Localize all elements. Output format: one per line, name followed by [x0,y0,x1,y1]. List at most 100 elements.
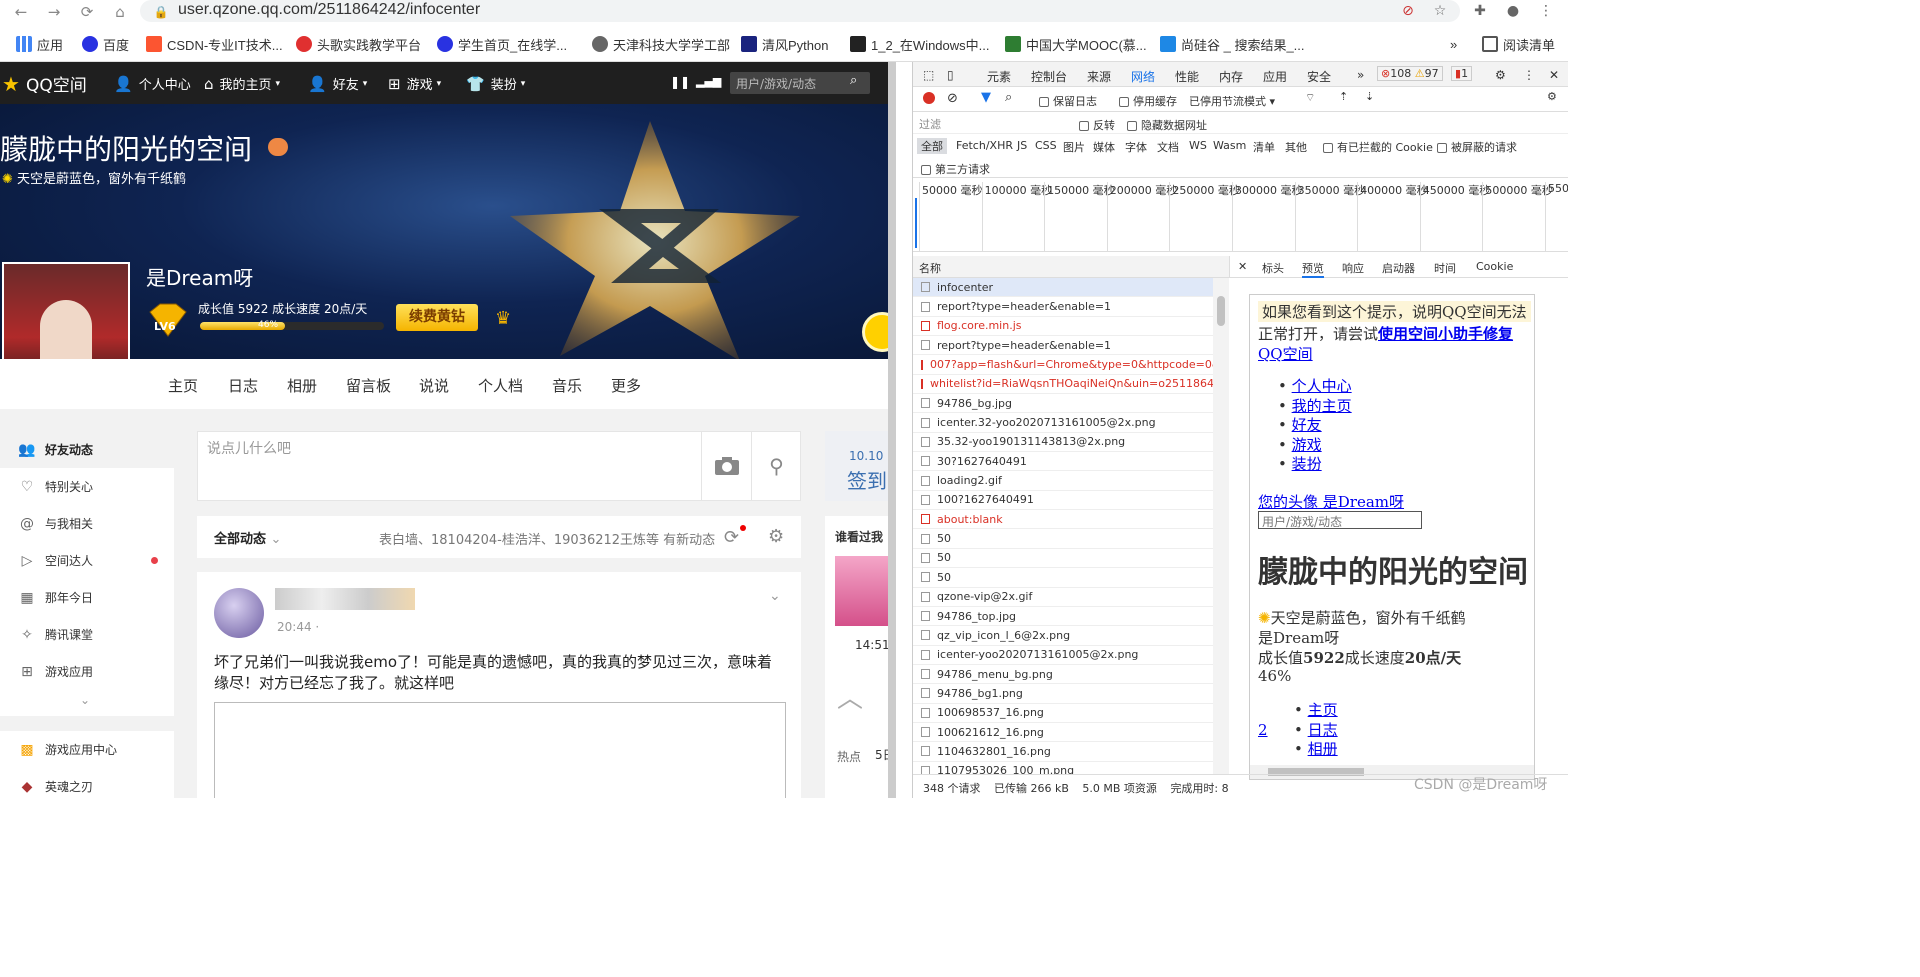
clear-icon[interactable]: ⊘ [947,91,958,106]
more-icon[interactable]: ⋮ [1523,68,1535,82]
preview-link[interactable]: • 个人中心 [1278,377,1352,397]
crown-icon[interactable]: ♛ [495,308,511,329]
download-icon[interactable]: ⇣ [1365,90,1374,103]
preview-link[interactable]: • 好友 [1278,416,1352,436]
request-row[interactable]: icenter.32-yoo2020713161005@2x.png [913,413,1213,433]
info-counter[interactable]: ▮1 [1451,66,1473,81]
sign-in-box[interactable]: 10.10 签到 [825,431,896,501]
visitor-avatar[interactable] [835,556,896,626]
tab-performance[interactable]: 性能 [1175,68,1199,85]
menu-that-year[interactable]: ▦ 那年今日 [0,579,174,616]
request-row[interactable]: 50 [913,549,1213,569]
bookmark-atguigu[interactable]: 尚硅谷 _ 搜索结果_... [1160,35,1305,53]
user-name[interactable]: 是Dream呀 [146,262,253,291]
renew-vip-button[interactable]: 续费黄钻 [396,304,478,331]
bookmark-csdn[interactable]: CSDN-专业IT技术... [146,35,283,53]
qzone-logo[interactable]: ★ QQ空间 [2,71,87,97]
request-row[interactable]: qzone-vip@2x.gif [913,588,1213,607]
filter-icon[interactable]: ▼ [981,90,991,105]
tab-profile[interactable]: 个人档 [478,375,523,396]
avatar[interactable] [2,262,130,359]
request-row[interactable]: 94786_menu_bg.png [913,665,1213,685]
blocked-requests-checkbox[interactable]: 被屏蔽的请求 [1437,139,1517,155]
request-row[interactable]: 30?1627640491 [913,452,1213,472]
request-row[interactable]: flog.core.min.js [913,317,1213,337]
nav-games[interactable]: ⊞ 游戏 ▾ [388,74,441,94]
reload-icon[interactable]: ⟳ [76,2,98,22]
record-icon[interactable] [923,92,935,104]
signal-icon[interactable]: ▂▄▆ [696,75,721,88]
tab-cookie[interactable]: Cookie [1476,260,1513,273]
repair-link-2[interactable]: QQ空间 [1258,343,1313,364]
request-row[interactable]: 1107953026_100_m.png [913,762,1213,774]
lock-icon[interactable]: 🔒 [150,2,172,22]
preview-avatar-link[interactable]: 您的头像 是Dream呀 [1258,491,1404,512]
type-all[interactable]: 全部 [917,138,947,154]
blocked-cookie-checkbox[interactable]: 有已拦截的 Cookie [1323,139,1433,155]
tab-headers[interactable]: 标头 [1262,260,1284,276]
type-wasm[interactable]: Wasm [1213,139,1246,152]
menu-yinghun[interactable]: ◆ 英魂之刃 [0,768,174,798]
type-manifest[interactable]: 清单 [1253,139,1275,155]
qzone-search-input[interactable]: 用户/游戏/动态 [730,72,870,94]
type-fetch[interactable]: Fetch/XHR [956,139,1013,152]
type-doc[interactable]: 文档 [1157,139,1179,155]
chevron-down-icon[interactable]: ⌄ [80,693,90,707]
menu-tencent-class[interactable]: ✧ 腾讯课堂 [0,616,174,653]
settings-icon[interactable]: ⚙ [768,526,784,547]
request-row[interactable]: 007?app=flash&url=Chrome&type=0&httpcode… [913,355,1213,375]
device-icon[interactable]: ▯ [947,68,954,82]
invert-checkbox[interactable]: 反转 [1079,117,1115,133]
wifi-icon[interactable]: ⌔ [1305,91,1315,105]
type-css[interactable]: CSS [1035,139,1057,152]
settings-icon[interactable]: ⚙ [1495,68,1506,82]
tab-preview[interactable]: 预览 [1302,260,1324,278]
tab-message-board[interactable]: 留言板 [346,375,391,396]
tab-application[interactable]: 应用 [1263,68,1287,85]
bookmarks-more[interactable]: » [1450,35,1457,53]
tab-album[interactable]: 相册 [287,375,317,396]
request-row[interactable]: report?type=header&enable=1 [913,297,1213,317]
menu-icon[interactable]: ⋮ [1536,2,1556,20]
menu-friend-feed[interactable]: 👥 好友动态 [0,431,174,468]
tab-music[interactable]: 音乐 [552,375,582,396]
tab-more[interactable]: 更多 [611,375,641,396]
menu-game-apps[interactable]: ⊞ 游戏应用 [0,653,174,690]
third-party-checkbox[interactable]: 第三方请求 [921,161,990,177]
repair-link[interactable]: 使用空间小助手修复 [1378,325,1513,343]
request-row[interactable]: 100?1627640491 [913,491,1213,511]
feed-filter[interactable]: 全部动态 ⌄ [214,528,281,547]
tab-memory[interactable]: 内存 [1219,68,1243,85]
request-row[interactable]: 94786_bg.jpg [913,394,1213,414]
tab-initiator[interactable]: 启动器 [1382,260,1415,276]
menu-game-center[interactable]: ▩ 游戏应用中心 [0,731,174,768]
tab-timing[interactable]: 时间 [1434,260,1456,276]
request-row[interactable]: infocenter [913,278,1213,298]
blocked-icon[interactable]: ⊘ [1398,2,1418,20]
star-icon[interactable]: ☆ [1430,2,1450,20]
tab-shuoshuo[interactable]: 说说 [419,375,449,396]
preview-link[interactable]: • 日志 [1294,721,1338,741]
request-row[interactable]: report?type=header&enable=1 [913,336,1213,356]
bookmark-apps[interactable]: 应用 [16,35,63,53]
reading-list[interactable]: 阅读清单 [1482,35,1555,53]
more-tabs-icon[interactable]: » [1357,68,1364,82]
bookmark-baidu[interactable]: 百度 [82,35,129,53]
extensions-icon[interactable]: ✚ [1470,2,1490,20]
camera-icon[interactable] [701,432,751,500]
tab-console[interactable]: 控制台 [1031,68,1067,85]
type-font[interactable]: 字体 [1125,139,1147,155]
bookmark-touge[interactable]: 头歌实践教学平台 [296,35,421,53]
preview-link[interactable]: • 装扮 [1278,455,1352,475]
menu-related[interactable]: @ 与我相关 [0,505,174,542]
request-row[interactable]: 100621612_16.png [913,723,1213,743]
request-row[interactable]: 100698537_16.png [913,704,1213,723]
request-row[interactable]: 94786_bg1.png [913,684,1213,704]
bookmark-python[interactable]: 清风Python [741,35,828,53]
close-icon[interactable]: ✕ [1549,68,1559,82]
preview-link[interactable]: • 主页 [1294,701,1338,721]
tab-sources[interactable]: 来源 [1087,68,1111,85]
bookmark-student[interactable]: 学生首页_在线学... [437,35,567,53]
request-row[interactable]: icenter-yoo2020713161005@2x.png [913,646,1213,665]
type-media[interactable]: 媒体 [1093,139,1115,155]
